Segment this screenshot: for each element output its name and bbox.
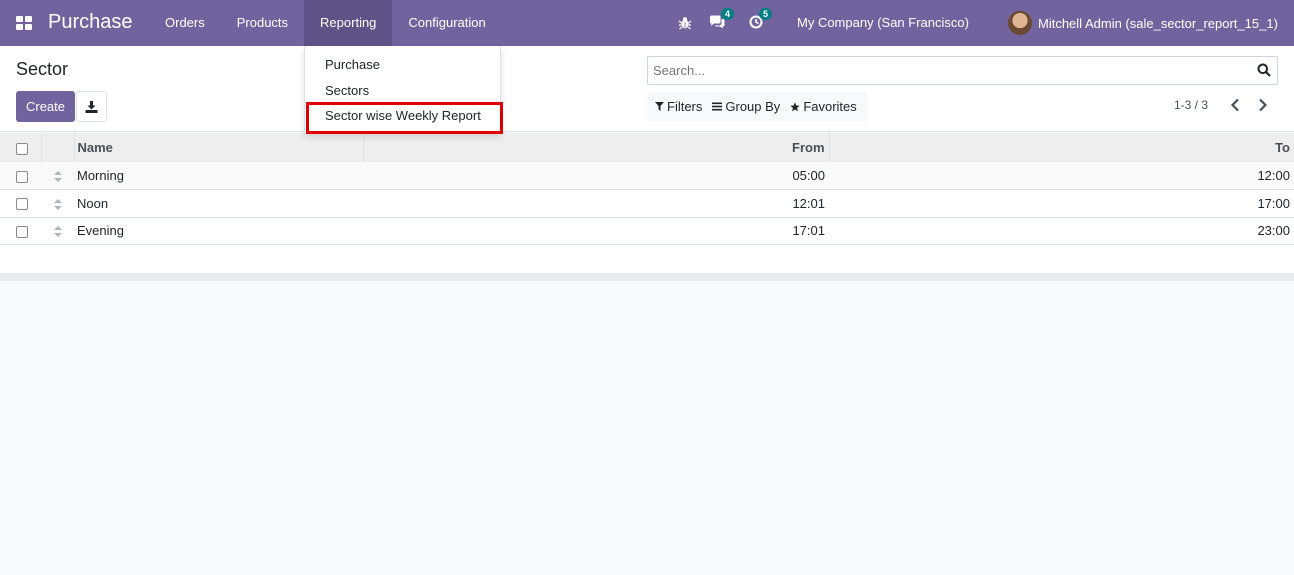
drag-handle-icon[interactable] — [53, 226, 62, 238]
bug-icon[interactable] — [678, 16, 692, 30]
favorites-button[interactable]: Favorites — [790, 99, 857, 114]
chevron-right-icon — [1259, 98, 1268, 112]
handle-header — [41, 133, 75, 162]
cell-from: 17:01 — [792, 223, 825, 239]
activities-menu[interactable]: 5 — [749, 0, 772, 46]
row-checkbox[interactable] — [16, 198, 28, 211]
menu-configuration[interactable]: Configuration — [392, 0, 501, 46]
reporting-dropdown: Purchase Sectors Sector wise Weekly Repo… — [304, 46, 503, 134]
list-view: Name From To Morning 05:00 12:00 Noon 12… — [0, 133, 1294, 273]
cell-from: 05:00 — [792, 168, 825, 183]
cell-name: Evening — [77, 223, 124, 239]
table-header-row: Name From To — [0, 133, 1294, 162]
app-brand[interactable]: Purchase — [48, 11, 133, 34]
table-row[interactable]: Evening 17:01 23:00 — [0, 217, 1294, 245]
star-icon — [790, 101, 801, 111]
debug-icon-wrap[interactable] — [678, 0, 692, 46]
download-icon — [85, 100, 98, 113]
cell-from: 12:01 — [792, 195, 825, 211]
chevron-left-icon — [1230, 98, 1239, 112]
cell-to: 12:00 — [1257, 168, 1290, 183]
menu-reporting[interactable]: Reporting — [304, 0, 393, 46]
activities-count-badge: 5 — [758, 7, 772, 20]
dropdown-item-sectors[interactable]: Sectors — [325, 83, 369, 98]
top-navbar: Purchase Orders Products Reporting Confi… — [0, 0, 1294, 46]
filters-label: Filters — [667, 99, 703, 114]
select-all-checkbox[interactable] — [16, 142, 28, 155]
table-row[interactable]: Noon 12:01 17:00 — [0, 189, 1294, 217]
cell-to: 23:00 — [1257, 223, 1290, 239]
table-row[interactable]: Morning 05:00 12:00 — [0, 162, 1294, 190]
menu-products[interactable]: Products — [221, 0, 304, 46]
highlight-box — [306, 102, 503, 134]
dropdown-item-purchase[interactable]: Purchase — [325, 57, 380, 72]
filters-button[interactable]: Filters — [655, 99, 702, 114]
column-header-name[interactable]: Name — [74, 133, 364, 162]
search-icon — [1257, 63, 1271, 77]
bars-icon — [712, 102, 723, 111]
pager-value[interactable]: 1-3 / 3 — [1174, 98, 1208, 112]
column-header-from[interactable]: From — [363, 133, 830, 162]
main-menu: Orders Products Reporting Configuration — [149, 0, 502, 46]
search-box — [647, 56, 1278, 85]
user-avatar[interactable] — [1008, 11, 1032, 35]
filter-icon — [655, 102, 664, 111]
pager-previous-button[interactable] — [1229, 98, 1241, 115]
messages-count-badge: 4 — [720, 7, 734, 20]
pager-next-button[interactable] — [1257, 98, 1269, 115]
group-by-button[interactable]: Group By — [712, 99, 780, 114]
row-checkbox[interactable] — [16, 170, 28, 183]
company-switcher[interactable]: My Company (San Francisco) — [797, 15, 969, 30]
records-table: Name From To Morning 05:00 12:00 Noon 12… — [0, 133, 1294, 245]
group-by-label: Group By — [725, 99, 781, 114]
user-name[interactable]: Mitchell Admin (sale_sector_report_15_1) — [1038, 16, 1278, 31]
menu-orders[interactable]: Orders — [149, 0, 221, 46]
search-button[interactable] — [1257, 63, 1271, 80]
user-menu[interactable]: Mitchell Admin (sale_sector_report_15_1) — [1008, 11, 1278, 35]
row-checkbox[interactable] — [16, 225, 28, 238]
list-footer-divider — [0, 273, 1294, 281]
control-panel: Sector Create Filters — [0, 46, 1294, 132]
favorites-label: Favorites — [803, 99, 857, 114]
search-options-bar: Filters Group By Favorites — [647, 92, 867, 121]
page-title: Sector — [16, 59, 69, 79]
export-button[interactable] — [76, 91, 107, 122]
column-header-to[interactable]: To — [829, 133, 1294, 162]
search-input[interactable] — [648, 57, 1238, 84]
cell-to: 17:00 — [1257, 195, 1290, 211]
select-all-cell — [0, 133, 42, 162]
cell-name: Morning — [77, 168, 124, 183]
drag-handle-icon[interactable] — [53, 171, 62, 183]
create-button[interactable]: Create — [16, 91, 75, 122]
cell-name: Noon — [77, 195, 109, 211]
drag-handle-icon[interactable] — [53, 198, 62, 210]
apps-menu-icon[interactable] — [16, 16, 32, 30]
messages-menu[interactable]: 4 — [709, 0, 734, 46]
